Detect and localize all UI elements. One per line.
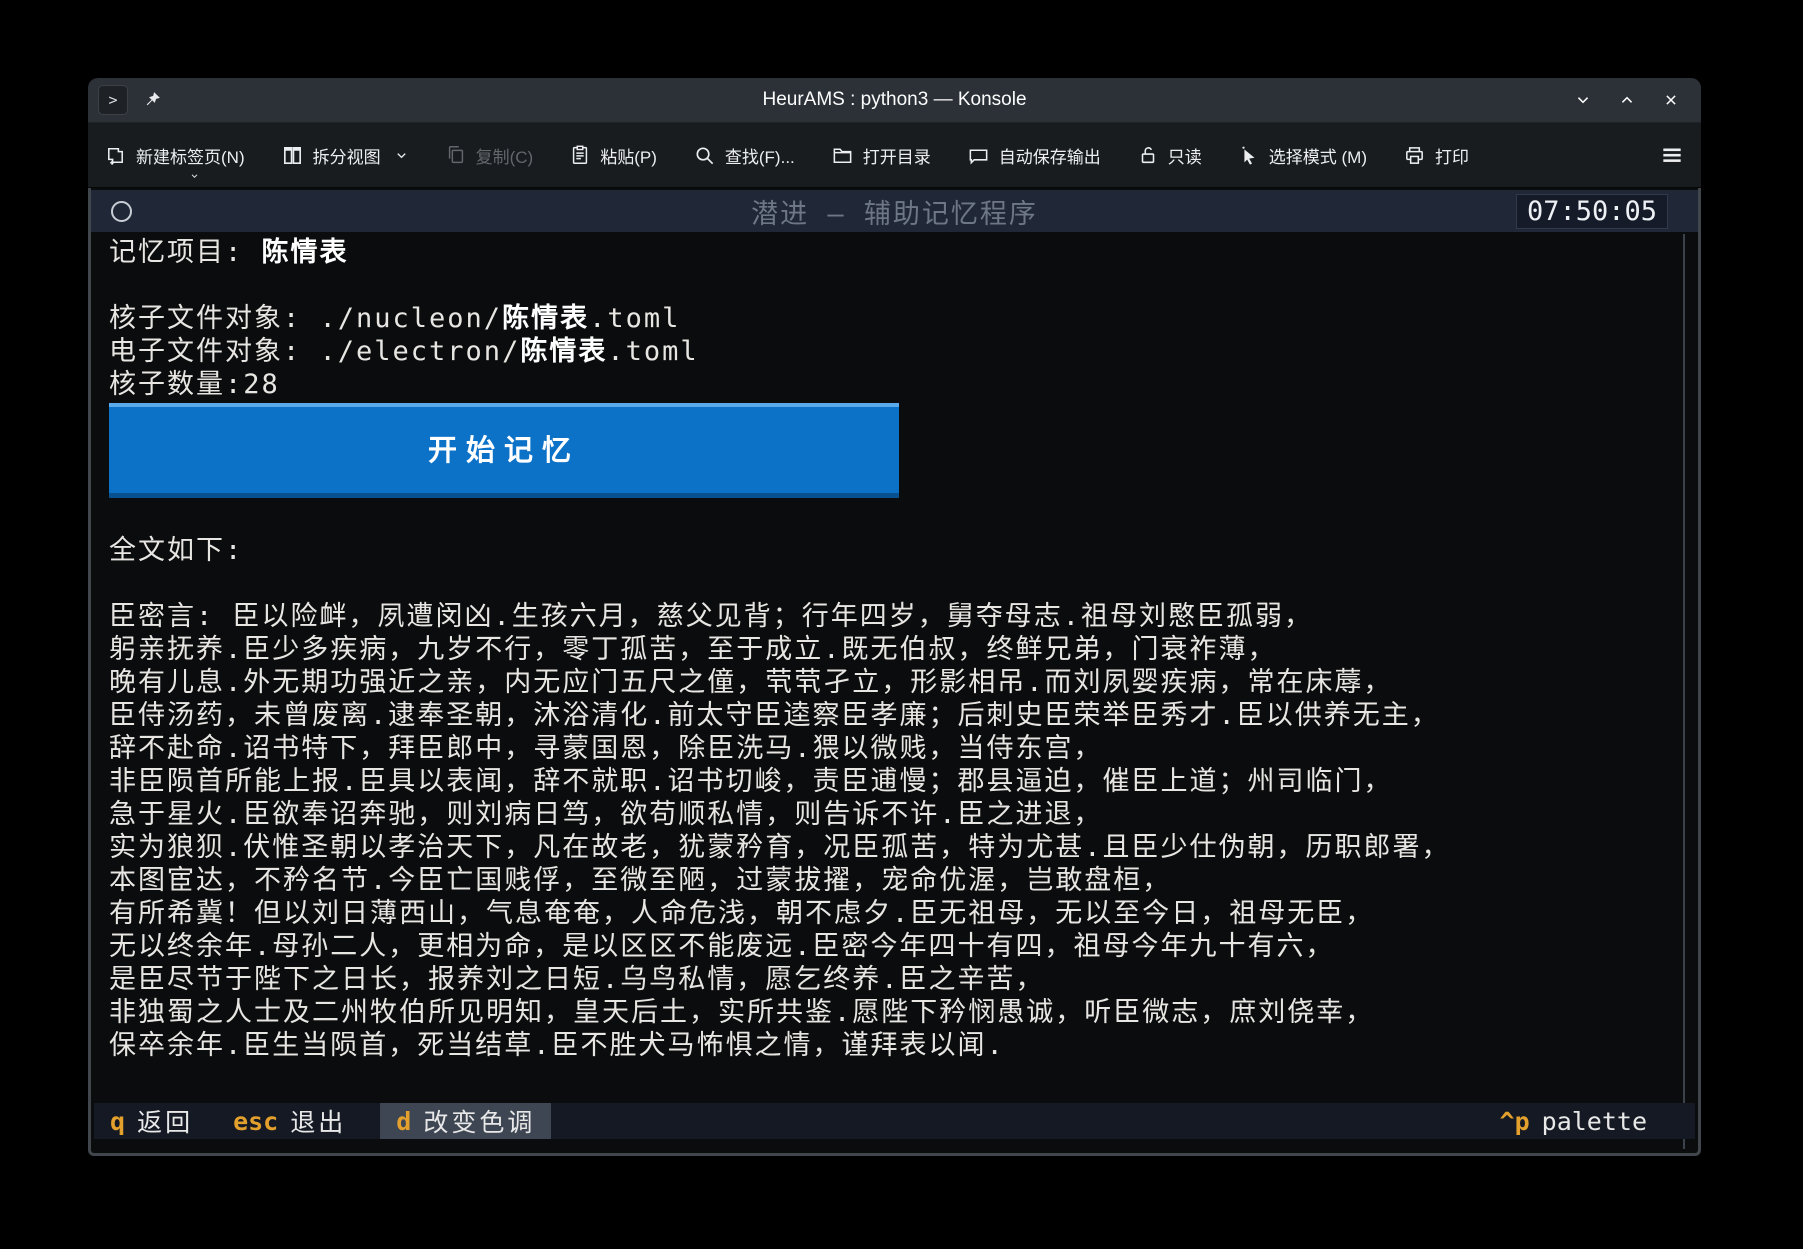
open-folder-icon [831,144,854,167]
konsole-window: > HeurAMS : python3 — Konsole 新建标签页(N) [88,78,1701,1156]
toolbar: 新建标签页(N) 拆分视图 复制(C) 粘贴(P) [88,123,1701,188]
fulltext-label: 全文如下: [109,534,1668,567]
tui-footer: q 返回 esc 退出 d 改变色调 ^p palette [94,1103,1695,1139]
fulltext-line: 躬亲抚养.臣少多疾病，九岁不行，零丁孤苦，至于成立.既无伯叔，终鲜兄弟，门衰祚薄… [109,633,1668,666]
fulltext-line: 臣密言: 臣以险衅，夙遭闵凶.生孩六月，慈父见背；行年四岁，舅夺母志.祖母刘愍臣… [109,600,1668,633]
select-mode-button[interactable]: 选择模式 (M) [1238,143,1367,168]
key-hint-tint[interactable]: d 改变色调 [380,1103,551,1139]
nucleus-count-line: 核子数量:28 [109,368,1668,401]
loading-circle-icon [111,201,132,222]
maximize-button[interactable] [1615,88,1639,112]
fulltext-line: 非臣陨首所能上报.臣具以表闻，辞不就职.诏书切峻，责臣逋慢；郡县逼迫，催臣上道；… [109,765,1668,798]
paste-icon [569,144,591,166]
electron-file-line: 电子文件对象: ./electron/陈情表.toml [109,335,1668,368]
find-icon [693,144,716,167]
chevron-down-icon [188,171,201,181]
fulltext-line: 本图宦达，不矜名节.今臣亡国贱俘，至微至陋，过蒙拔擢，宠命优渥，岂敢盘桓， [109,864,1668,897]
paste-button[interactable]: 粘贴(P) [569,143,657,168]
memory-item-name: 陈情表 [262,237,349,268]
fulltext-line: 保卒余年.臣生当陨首，死当结草.臣不胜犬马怖惧之情，谨拜表以闻. [109,1029,1668,1062]
key-hint-quit[interactable]: esc [233,1107,278,1136]
autosave-output-button[interactable]: 自动保存输出 [967,143,1101,168]
fulltext-line: 实为狼狈.伏惟圣朝以孝治天下，凡在故老，犹蒙矜育，况臣孤苦，特为尤甚.且臣少仕伪… [109,831,1668,864]
titlebar: > HeurAMS : python3 — Konsole [88,78,1701,123]
konsole-app-icon[interactable]: > [98,85,128,115]
start-memorize-button[interactable]: 开始记忆 [109,403,899,498]
terminal-scrollbar[interactable] [1683,234,1685,1149]
memory-item-line: 记忆项目: 陈情表 [109,236,1668,269]
tui-app-title: 潜进 – 辅助记忆程序 [91,192,1698,231]
close-button[interactable] [1659,88,1683,112]
select-mode-cursor-icon [1238,144,1260,166]
fulltext-line: 急于星火.臣欲奉诏奔驰，则刘病日笃，欲苟顺私情，则告诉不许.臣之进退， [109,798,1668,831]
new-tab-button[interactable]: 新建标签页(N) [104,143,245,168]
copy-icon [445,144,467,166]
pin-icon[interactable] [142,90,162,110]
open-directory-button[interactable]: 打开目录 [831,143,931,168]
chevron-down-icon [394,148,409,163]
hamburger-menu-icon [1659,142,1685,168]
terminal-view[interactable]: 潜进 – 辅助记忆程序 07:50:05 记忆项目: 陈情表 核子文件对象: .… [88,188,1701,1156]
minimize-button[interactable] [1571,88,1595,112]
terminal-content: 记忆项目: 陈情表 核子文件对象: ./nucleon/陈情表.toml 电子文… [109,236,1668,1062]
split-view-icon [281,144,304,167]
nucleon-file-line: 核子文件对象: ./nucleon/陈情表.toml [109,302,1668,335]
tui-header: 潜进 – 辅助记忆程序 07:50:05 [91,190,1698,232]
fulltext-line: 是臣尽节于陛下之日长，报养刘之日短.乌鸟私情，愿乞终养.臣之辛苦， [109,963,1668,996]
window-title: HeurAMS : python3 — Konsole [88,89,1701,111]
fulltext-line: 无以终余年.母孙二人，更相为命，是以区区不能废远.臣密今年四十有四，祖母今年九十… [109,930,1668,963]
new-tab-icon [104,144,127,167]
fulltext-line: 辞不赴命.诏书特下，拜臣郎中，寻蒙国恩，除臣洗马.猥以微贱，当侍东宫， [109,732,1668,765]
tui-clock: 07:50:05 [1516,194,1668,229]
fulltext-line: 晚有儿息.外无期功强近之亲，内无应门五尺之僮，茕茕孑立，形影相吊.而刘夙婴疾病，… [109,666,1668,699]
print-icon [1403,144,1426,167]
split-view-button[interactable]: 拆分视图 [281,143,409,168]
key-hint-back[interactable]: q [110,1107,125,1136]
menu-button[interactable] [1659,142,1685,168]
fulltext-line: 有所希冀！但以刘日薄西山，气息奄奄，人命危浅，朝不虑夕.臣无祖母，无以至今日，祖… [109,897,1668,930]
key-hint-palette[interactable]: ^p palette [1500,1107,1647,1136]
readonly-lock-icon [1137,144,1159,166]
find-button[interactable]: 查找(F)... [693,143,795,168]
fulltext-line: 臣侍汤药，未曾废离.逮奉圣朝，沐浴清化.前太守臣逵察臣孝廉；后刺史臣荣举臣秀才.… [109,699,1668,732]
read-only-button[interactable]: 只读 [1137,143,1202,168]
print-button[interactable]: 打印 [1403,143,1469,168]
copy-button[interactable]: 复制(C) [445,143,534,168]
fulltext-line: 非独蜀之人士及二州牧伯所见明知，皇天后土，实所共鉴.愿陛下矜悯愚诚，听臣微志，庶… [109,996,1668,1029]
autosave-output-icon [967,144,990,167]
